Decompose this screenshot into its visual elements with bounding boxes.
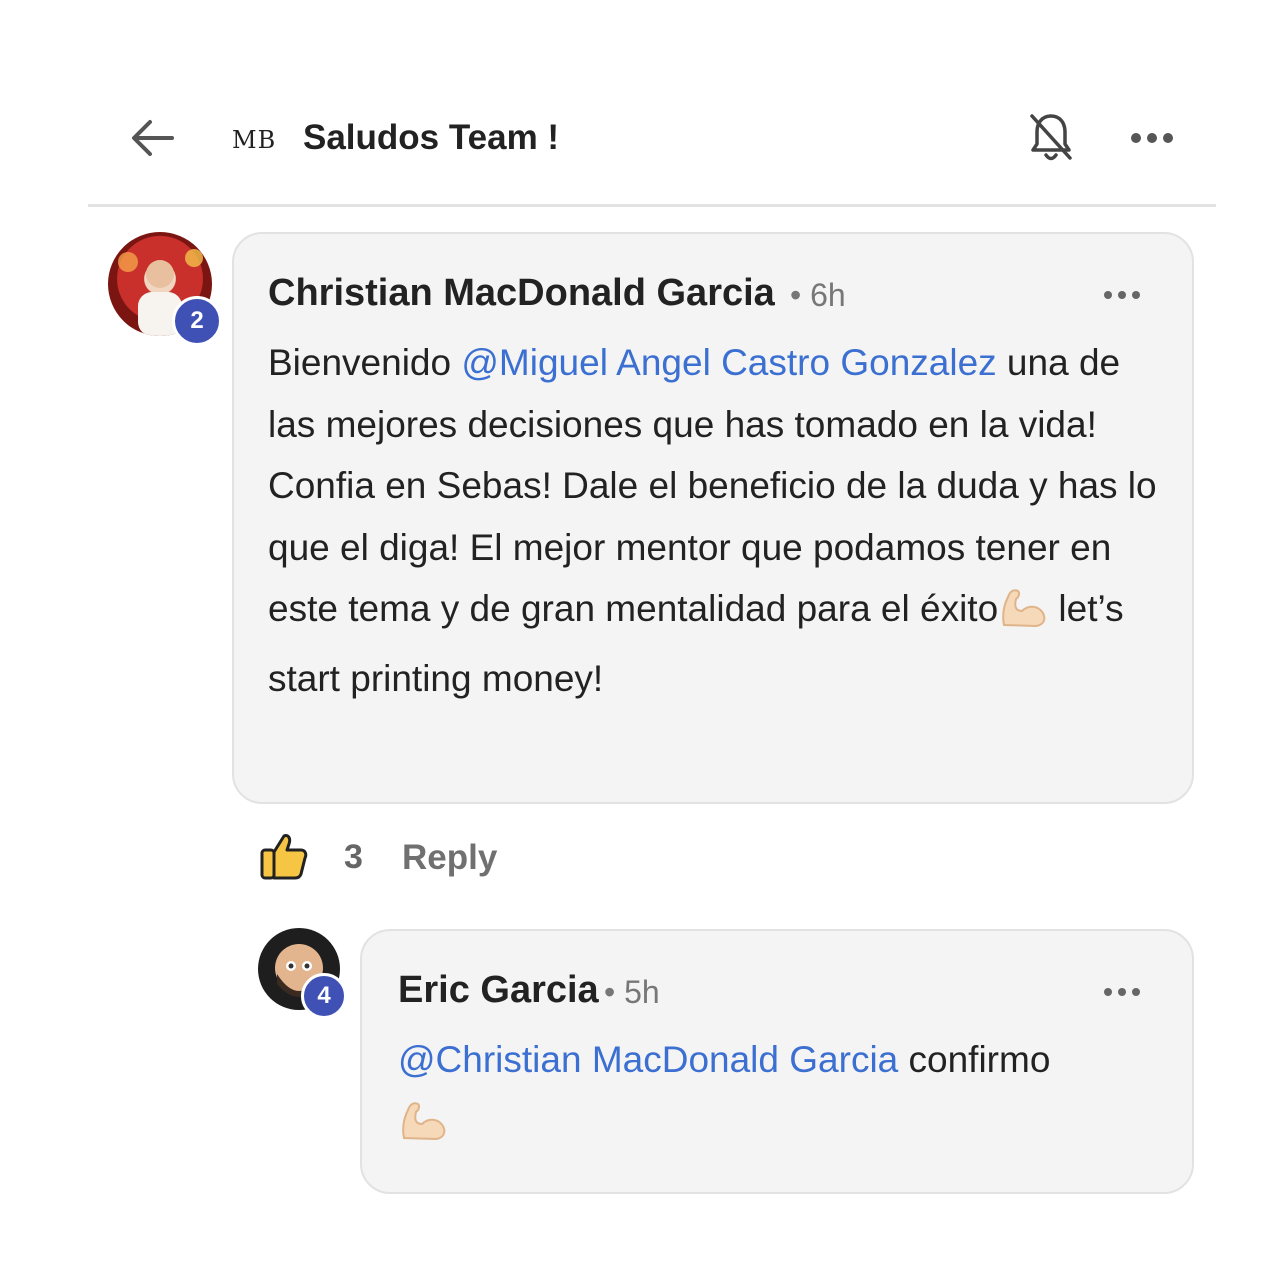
reply-button[interactable]: Reply — [402, 838, 497, 878]
comment-text-end: confirmo — [898, 1039, 1051, 1080]
group-title: Saludos Team ! — [303, 118, 560, 157]
comment-time: 6h — [810, 277, 846, 313]
comment-author[interactable]: Christian MacDonald Garcia — [268, 272, 775, 315]
user-mention[interactable]: @Miguel Angel Castro Gonzalez — [461, 342, 996, 383]
meta-separator: • — [790, 277, 802, 313]
comment-bubble: Christian MacDonald Garcia • 6h Bienveni… — [232, 232, 1194, 804]
user-mention[interactable]: @Christian MacDonald Garcia — [398, 1039, 898, 1080]
more-horizontal-icon — [1131, 133, 1173, 143]
like-count: 3 — [344, 838, 363, 876]
top-bar: MB Saludos Team ! — [88, 96, 1216, 206]
comment-text: Bienvenido @Miguel Angel Castro Gonzalez… — [268, 332, 1168, 709]
bell-off-icon — [1030, 114, 1072, 161]
comment-time: 5h — [624, 974, 660, 1010]
group-logo[interactable]: MB — [232, 126, 276, 154]
comment-thread-screen: MB Saludos Team ! 2 Christian MacDonald … — [0, 0, 1274, 1280]
header-divider — [88, 204, 1216, 207]
thumbs-up-icon — [260, 834, 308, 880]
like-button[interactable] — [258, 830, 310, 882]
more-horizontal-icon — [1104, 988, 1140, 996]
arrow-left-icon — [132, 120, 174, 156]
comment-meta: • 5h — [604, 974, 660, 1011]
flexed-biceps-emoji — [398, 1098, 448, 1161]
comment-more-button[interactable] — [1102, 985, 1142, 999]
comment-text-start: Bienvenido — [268, 342, 462, 383]
more-horizontal-icon — [1104, 291, 1140, 299]
notifications-toggle-button[interactable] — [1028, 110, 1074, 166]
flexed-biceps-emoji — [998, 585, 1048, 648]
comment-author[interactable]: Eric Garcia — [398, 969, 599, 1012]
reply-bubble: Eric Garcia • 5h @Christian MacDonald Ga… — [360, 929, 1194, 1194]
header-more-button[interactable] — [1128, 126, 1178, 150]
back-button[interactable] — [128, 116, 178, 160]
comment-text: @Christian MacDonald Garcia confirmo — [398, 1029, 1158, 1160]
comment-meta: • 6h — [790, 277, 846, 314]
author-level-badge: 2 — [172, 296, 222, 346]
meta-separator: • — [604, 974, 616, 1010]
author-level-badge: 4 — [301, 973, 347, 1019]
comment-more-button[interactable] — [1102, 288, 1142, 302]
